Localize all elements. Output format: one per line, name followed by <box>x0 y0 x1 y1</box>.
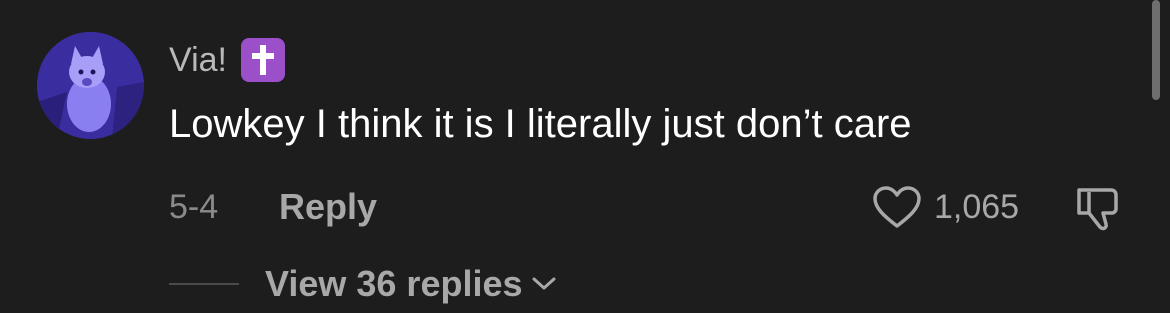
cat-photo-icon <box>37 32 144 139</box>
reply-button[interactable]: Reply <box>279 186 377 228</box>
replies-divider <box>169 283 239 285</box>
chevron-down-icon[interactable] <box>531 275 557 293</box>
avatar[interactable] <box>37 32 144 139</box>
view-replies-button[interactable]: View 36 replies <box>265 262 557 306</box>
view-replies-label[interactable]: View 36 replies <box>265 262 523 306</box>
heart-outline-icon[interactable] <box>872 185 922 229</box>
scrollbar[interactable] <box>1152 0 1160 100</box>
comment-date: 5-4 <box>169 188 219 226</box>
comment-username[interactable]: Via! <box>169 38 285 82</box>
like-button[interactable]: 1,065 <box>872 184 1019 230</box>
latin-cross-icon <box>240 38 285 82</box>
dislike-button[interactable] <box>1073 182 1123 232</box>
thumbs-down-icon[interactable] <box>1073 182 1123 232</box>
like-count: 1,065 <box>934 188 1020 226</box>
comment-text: Lowkey I think it is I literally just do… <box>169 102 912 146</box>
username-text[interactable]: Via! <box>169 38 227 82</box>
